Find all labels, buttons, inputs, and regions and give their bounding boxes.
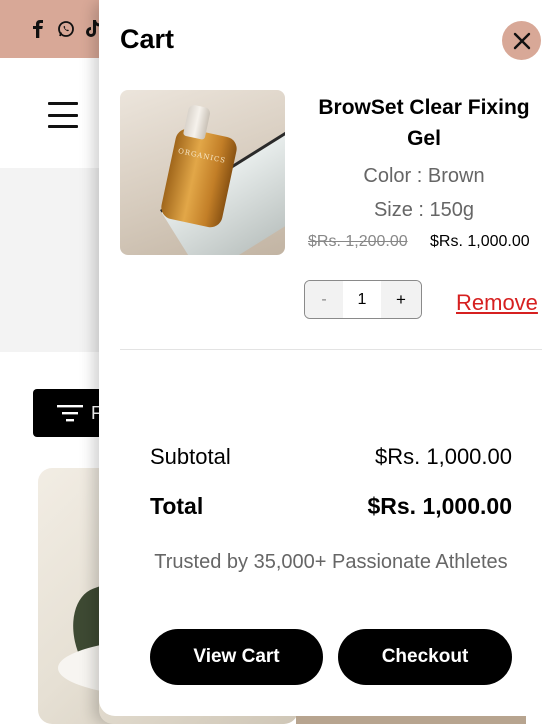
checkout-button[interactable]: Checkout <box>338 629 512 685</box>
quantity-stepper: - 1 + <box>304 280 422 319</box>
close-icon <box>513 32 530 49</box>
cart-item-size: Size : 150g <box>373 199 475 221</box>
divider <box>120 349 542 350</box>
total-label: Total <box>150 493 204 519</box>
cart-item-original-price: $Rs. 1,200.00 <box>308 233 408 250</box>
total-value: $Rs. 1,000.00 <box>367 493 512 519</box>
remove-item-link[interactable]: Remove <box>456 290 538 316</box>
whatsapp-icon[interactable] <box>56 19 76 39</box>
cart-drawer: Cart ORGANICS BrowSet Clear Fixing Gel C… <box>99 0 551 716</box>
cart-title: Cart <box>120 24 175 54</box>
cart-item-sale-price: $Rs. 1,000.00 <box>430 233 530 250</box>
cart-item-name[interactable]: BrowSet Clear Fixing Gel <box>304 92 544 154</box>
facebook-icon[interactable] <box>28 19 48 39</box>
view-cart-button[interactable]: View Cart <box>150 629 323 685</box>
close-cart-button[interactable] <box>502 21 541 60</box>
subtotal-value: $Rs. 1,000.00 <box>375 444 512 469</box>
total-row: Total $Rs. 1,000.00 <box>150 493 512 520</box>
quantity-decrease-button[interactable]: - <box>305 281 343 318</box>
subtotal-label: Subtotal <box>150 444 231 469</box>
filter-icon <box>57 405 83 422</box>
trust-text: Trusted by 35,000+ Passionate Athletes <box>154 551 508 573</box>
cart-item-image[interactable]: ORGANICS <box>120 90 285 255</box>
quantity-value[interactable]: 1 <box>343 281 381 318</box>
subtotal-row: Subtotal $Rs. 1,000.00 <box>150 444 512 470</box>
menu-icon[interactable] <box>48 100 78 130</box>
cart-item-color: Color : Brown <box>363 165 485 187</box>
quantity-increase-button[interactable]: + <box>381 281 421 318</box>
